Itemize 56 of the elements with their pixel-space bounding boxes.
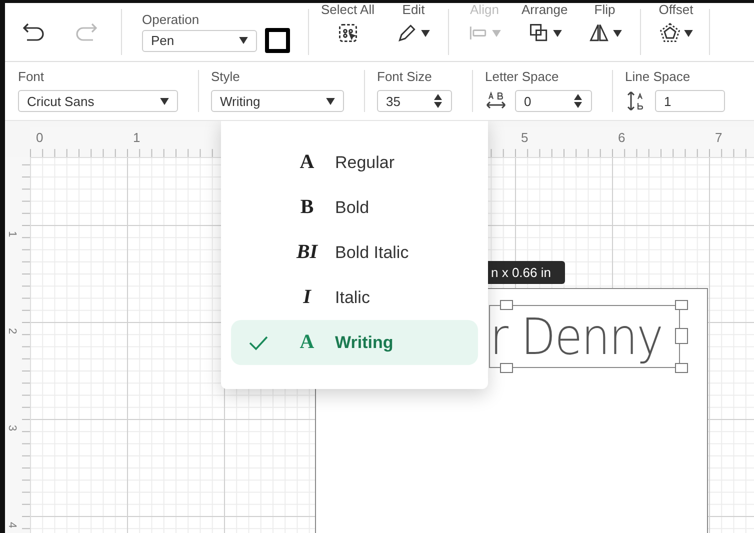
ruler-label: 5: [521, 131, 528, 145]
style-option[interactable]: B Bold: [231, 185, 478, 230]
offset-button[interactable]: Offset: [648, 3, 704, 61]
resize-handle[interactable]: [500, 363, 513, 373]
ruler-label: 3: [5, 424, 20, 432]
caret-icon: [552, 30, 562, 36]
caret-icon: [326, 98, 335, 104]
ruler-label: 2: [5, 328, 20, 334]
flip-icon: [588, 22, 610, 44]
caret-icon: [421, 30, 430, 36]
select-all-icon: [336, 22, 359, 44]
resize-handle[interactable]: [500, 300, 513, 310]
caret-icon: [684, 30, 693, 36]
style-option[interactable]: I Italic: [231, 275, 478, 320]
flip-button[interactable]: Flip: [578, 3, 632, 61]
field-label: Font: [18, 70, 46, 84]
size-tooltip: n x 0.66 in: [488, 261, 565, 284]
edit-button[interactable]: Edit: [386, 3, 440, 61]
field-label: Font Size: [377, 70, 433, 84]
resize-handle[interactable]: [675, 328, 688, 344]
undo-icon: [21, 21, 47, 43]
field-label: Line Space: [625, 70, 692, 84]
offset-icon: [658, 22, 681, 44]
letter-space-field[interactable]: 0: [515, 90, 592, 112]
resize-handle[interactable]: [675, 363, 688, 373]
select-all-button[interactable]: Select All: [309, 3, 386, 61]
font-size-field[interactable]: 35: [377, 90, 452, 112]
operation-label: Operation: [142, 12, 200, 26]
caret-icon: [160, 98, 169, 104]
stepper-icon: [433, 93, 443, 109]
field-label: Style: [211, 70, 241, 84]
stepper-icon: [573, 93, 583, 109]
letter-spacing-icon: [485, 91, 507, 111]
caret-icon: [612, 30, 622, 36]
style-option[interactable]: A Regular: [231, 140, 478, 185]
line-space-field[interactable]: 1: [655, 90, 725, 112]
style-option[interactable]: A Writing: [231, 320, 478, 365]
arrange-button[interactable]: Arrange: [511, 3, 578, 61]
caret-icon: [492, 30, 502, 36]
style-option[interactable]: BI Bold Italic: [231, 230, 478, 275]
ruler-label: 7: [715, 131, 722, 145]
pen-color-swatch[interactable]: [265, 28, 290, 53]
pencil-icon: [396, 22, 418, 44]
font-dropdown[interactable]: Cricut Sans: [18, 90, 178, 112]
arrange-icon: [528, 22, 550, 44]
style-dropdown[interactable]: Writing: [211, 90, 344, 112]
field-label: Letter Space: [485, 70, 560, 84]
redo-icon: [73, 21, 99, 43]
ruler-label: 0: [36, 131, 44, 145]
ruler-label: 4: [5, 522, 20, 528]
ruler-label: 1: [5, 230, 20, 238]
ruler-label: 1: [133, 131, 140, 145]
ruler-label: 6: [618, 131, 626, 145]
operation-dropdown[interactable]: Pen: [142, 30, 257, 52]
caret-icon: [239, 37, 248, 44]
resize-handle[interactable]: [675, 300, 688, 310]
